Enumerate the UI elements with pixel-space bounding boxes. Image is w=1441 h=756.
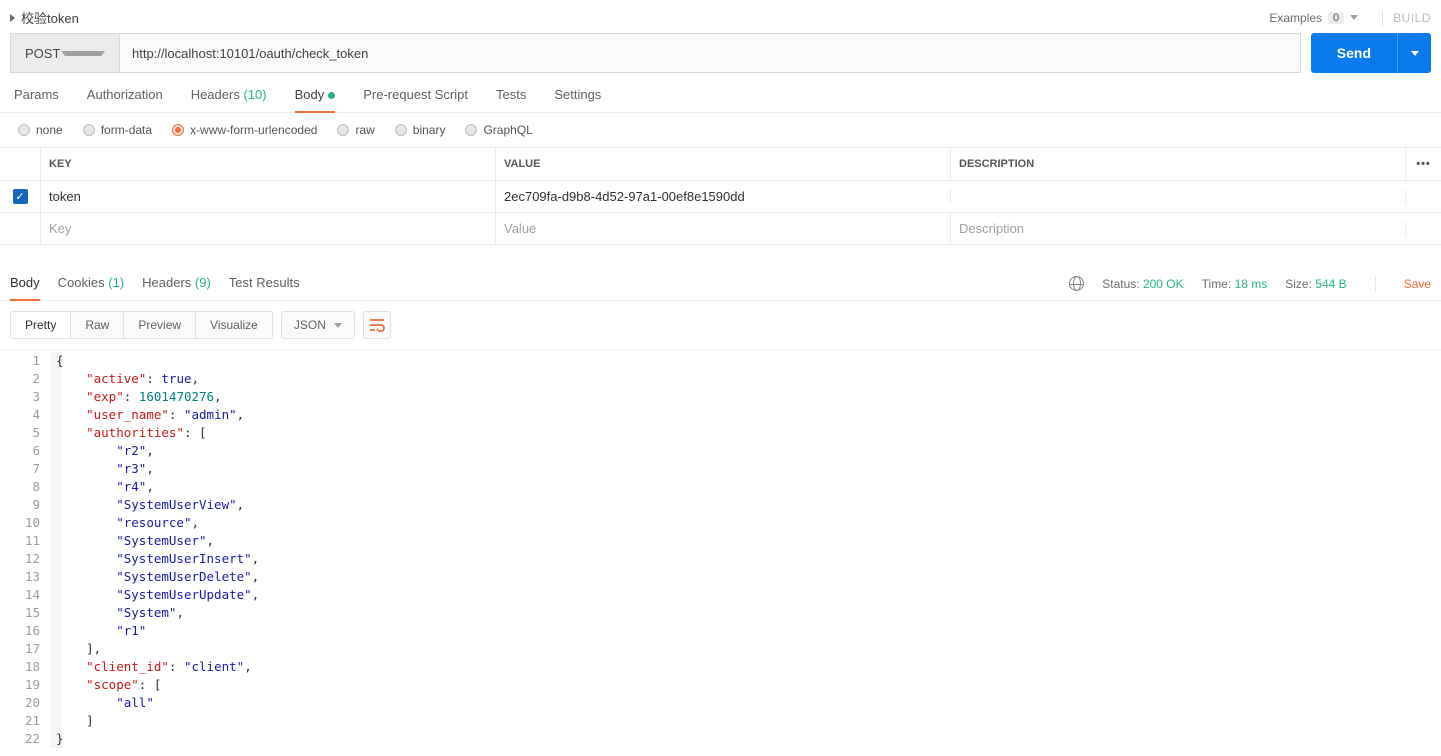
kv-row: ✓ token 2ec709fa-d9b8-4d52-97a1-00ef8e15…	[0, 181, 1441, 213]
tab-headers[interactable]: Headers (10)	[191, 87, 267, 112]
viewer-visualize[interactable]: Visualize	[195, 312, 272, 338]
divider	[1375, 276, 1376, 292]
build-label: BUILD	[1393, 11, 1431, 25]
resp-tab-test-results[interactable]: Test Results	[229, 267, 300, 300]
send-button[interactable]: Send	[1311, 33, 1397, 73]
collapse-caret-icon[interactable]	[10, 14, 15, 22]
kv-header-key: KEY	[40, 148, 495, 180]
chevron-down-icon	[1350, 15, 1358, 20]
kv-header-value: VALUE	[495, 148, 950, 180]
response-tabs: Body Cookies (1) Headers (9) Test Result…	[10, 267, 300, 300]
body-type-form-data[interactable]: form-data	[83, 123, 152, 137]
chevron-down-icon	[334, 323, 342, 328]
viewer-lang-select[interactable]: JSON	[281, 311, 355, 339]
kv-key-placeholder[interactable]: Key	[40, 213, 495, 244]
tab-prerequest[interactable]: Pre-request Script	[363, 87, 468, 112]
viewer-raw[interactable]: Raw	[70, 312, 123, 338]
kv-value-placeholder[interactable]: Value	[495, 213, 950, 244]
tab-settings[interactable]: Settings	[554, 87, 601, 112]
body-type-urlencoded[interactable]: x-www-form-urlencoded	[172, 123, 317, 137]
kv-row-new: Key Value Description	[0, 213, 1441, 245]
body-type-graphql[interactable]: GraphQL	[465, 123, 532, 137]
tab-tests[interactable]: Tests	[496, 87, 526, 112]
tab-body[interactable]: Body	[295, 87, 336, 112]
examples-dropdown[interactable]: Examples 0	[1269, 11, 1358, 25]
kv-header-desc: DESCRIPTION	[950, 148, 1405, 180]
kv-desc-cell[interactable]	[950, 189, 1405, 205]
body-type-raw[interactable]: raw	[337, 123, 374, 137]
divider	[1382, 10, 1383, 26]
globe-icon[interactable]	[1069, 276, 1084, 291]
viewer-pretty[interactable]: Pretty	[11, 312, 70, 338]
size-meta: Size: 544 B	[1285, 277, 1346, 291]
kv-desc-placeholder[interactable]: Description	[950, 213, 1405, 244]
dot-indicator-icon	[328, 92, 335, 99]
time-meta: Time: 18 ms	[1202, 277, 1268, 291]
wrap-lines-button[interactable]	[363, 311, 391, 339]
examples-count: 0	[1328, 12, 1344, 24]
tab-params[interactable]: Params	[14, 87, 59, 112]
url-input[interactable]	[132, 46, 1288, 61]
body-type-binary[interactable]: binary	[395, 123, 446, 137]
body-kv-table: KEY VALUE DESCRIPTION ••• ✓ token 2ec709…	[0, 147, 1441, 245]
resp-tab-cookies[interactable]: Cookies (1)	[58, 267, 124, 300]
viewer-preview[interactable]: Preview	[123, 312, 195, 338]
body-type-none[interactable]: none	[18, 123, 63, 137]
method-value: POST	[25, 46, 61, 61]
request-name: 校验token	[21, 8, 79, 27]
resp-tab-body[interactable]: Body	[10, 267, 40, 300]
resp-tab-headers[interactable]: Headers (9)	[142, 267, 211, 300]
viewer-mode-group: Pretty Raw Preview Visualize	[10, 311, 273, 339]
send-dropdown-button[interactable]	[1397, 33, 1431, 73]
method-select[interactable]: POST	[10, 33, 120, 73]
kv-value-cell[interactable]: 2ec709fa-d9b8-4d52-97a1-00ef8e1590dd	[495, 181, 950, 212]
kv-more-button[interactable]: •••	[1405, 148, 1441, 180]
body-type-selector: none form-data x-www-form-urlencoded raw…	[0, 113, 1441, 147]
examples-label: Examples	[1269, 11, 1322, 25]
kv-row-checkbox[interactable]: ✓	[13, 189, 28, 204]
chevron-down-icon	[61, 51, 105, 56]
chevron-down-icon	[1411, 51, 1419, 56]
save-response-button[interactable]: Save	[1404, 277, 1431, 291]
tab-authorization[interactable]: Authorization	[87, 87, 163, 112]
status-meta: Status: 200 OK	[1102, 277, 1183, 291]
kv-key-cell[interactable]: token	[40, 181, 495, 212]
response-body-viewer[interactable]: 12345678910111213141516171819202122 { "a…	[0, 349, 1441, 748]
request-tabs: Params Authorization Headers (10) Body P…	[0, 85, 1441, 113]
